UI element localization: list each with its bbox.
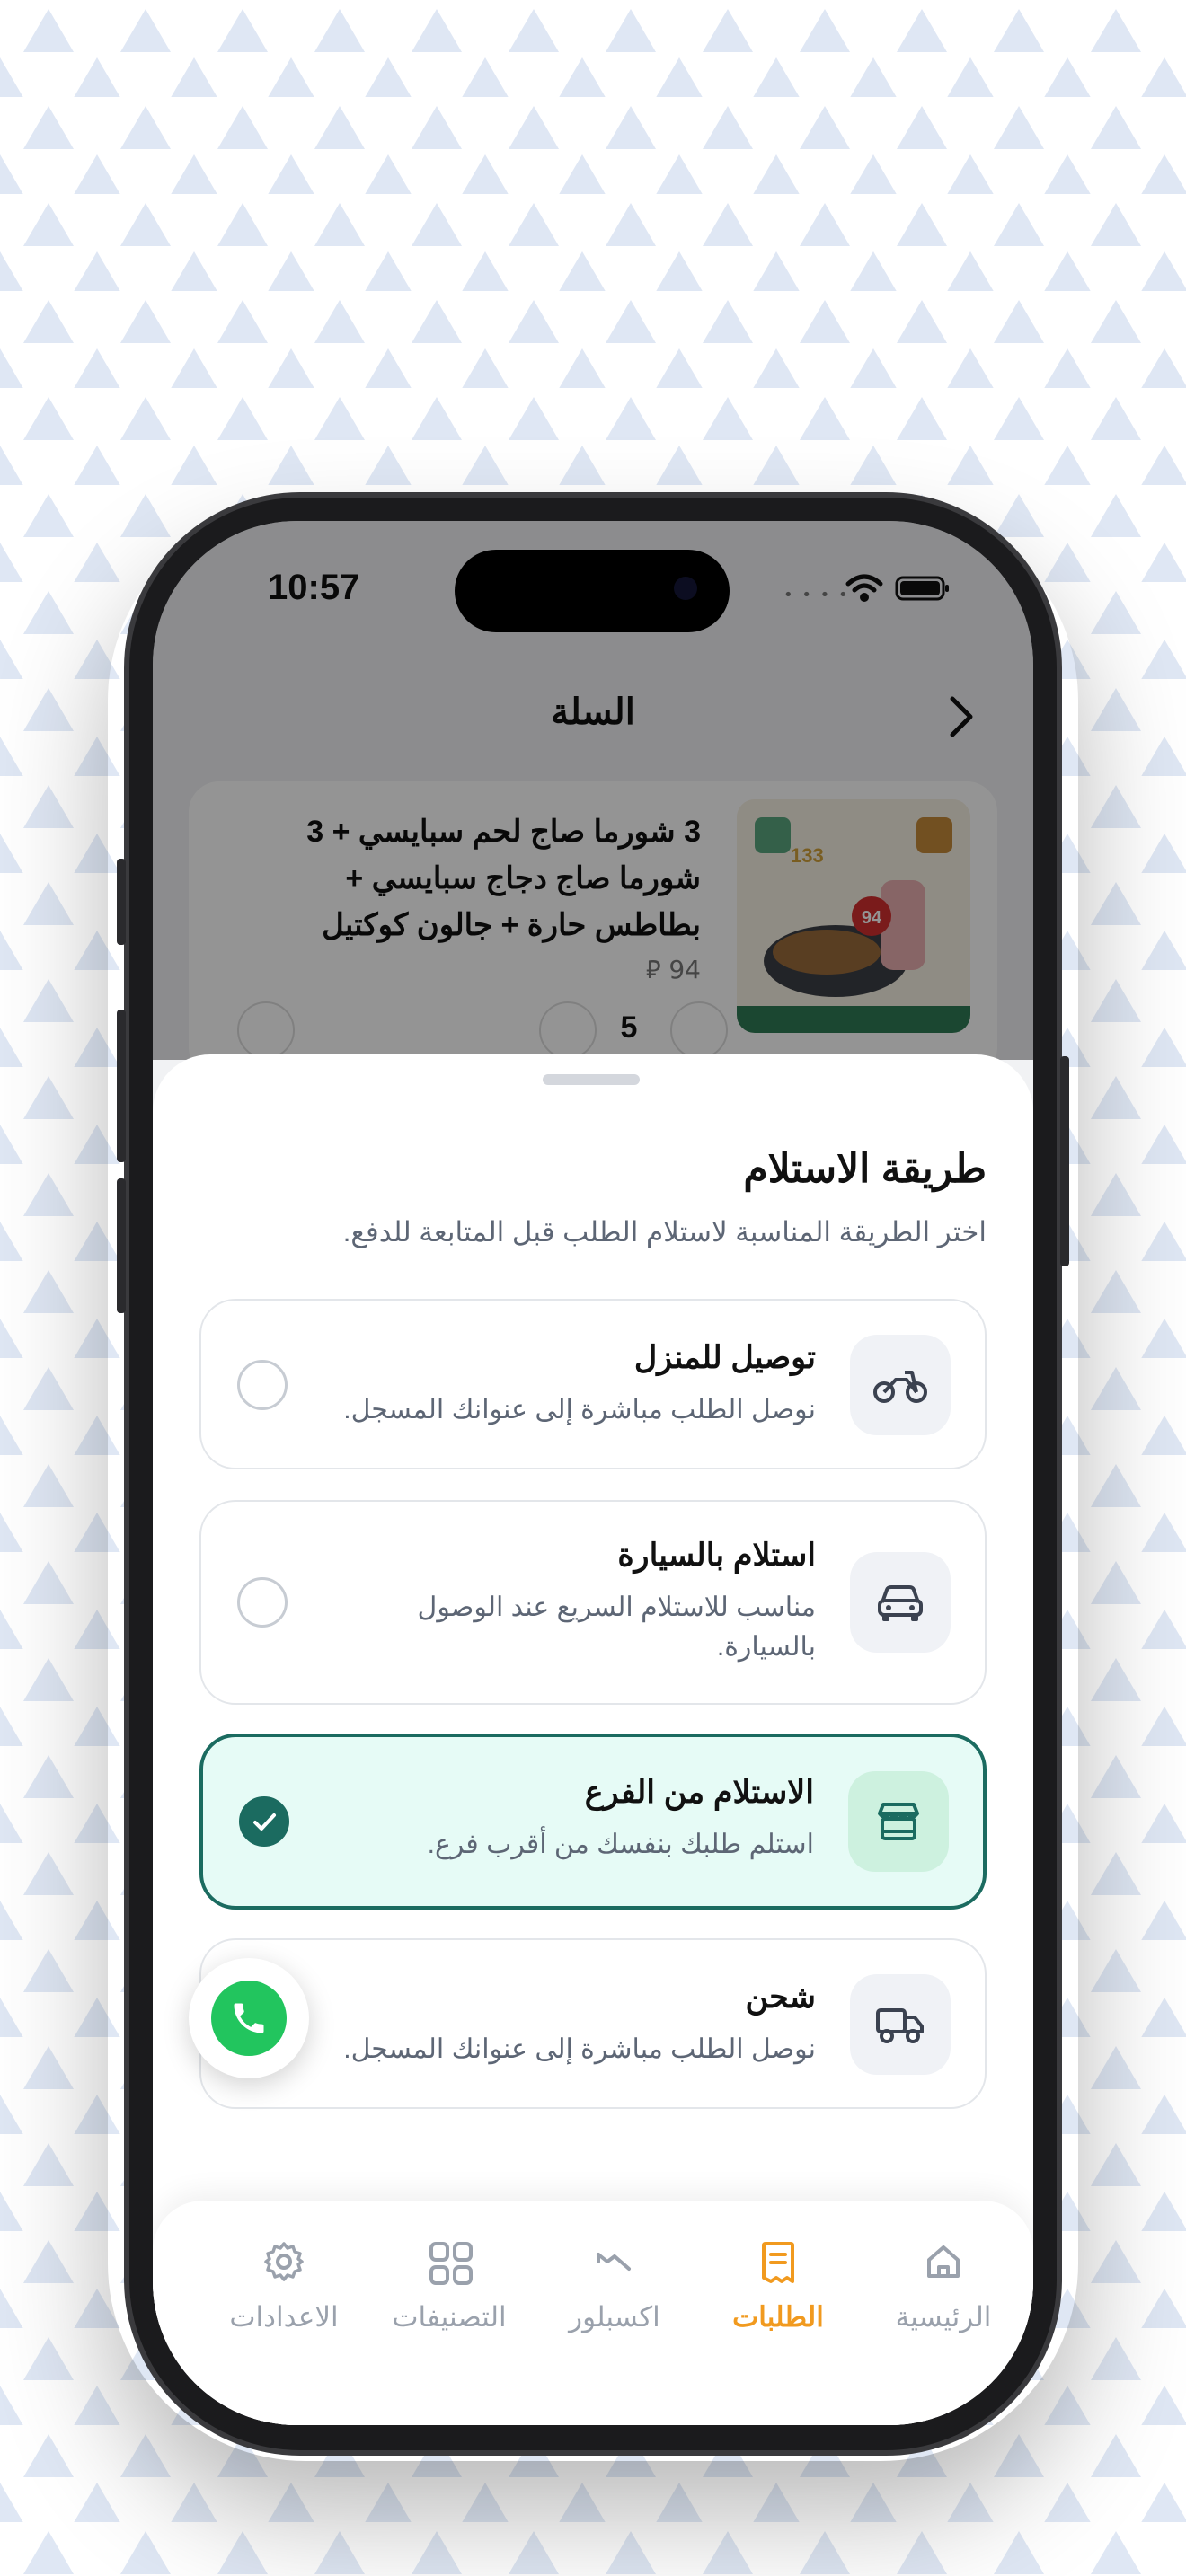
tab-explore[interactable]: اكسبلور	[532, 2201, 697, 2344]
phone-screen: السلة 94 133 3 شورما صاج لحم سبايسي + 3 …	[153, 521, 1033, 2425]
call-button[interactable]	[189, 1958, 309, 2078]
settings-icon	[264, 2242, 304, 2281]
radio-checked[interactable]	[239, 1796, 289, 1847]
tab-label: الاعدادات	[229, 2301, 339, 2333]
phone-icon	[211, 1981, 287, 2056]
option-desc: نوصل الطلب مباشرة إلى عنوانك المسجل.	[343, 1395, 816, 1425]
home-icon	[927, 2245, 960, 2278]
sheet-grabber[interactable]	[543, 1074, 640, 1085]
tab-label: الطلبات	[732, 2301, 824, 2333]
option-home-delivery[interactable]: توصيل للمنزل نوصل الطلب مباشرة إلى عنوان…	[199, 1299, 987, 1469]
tab-label: التصنيفات	[392, 2301, 507, 2333]
side-button	[117, 859, 126, 945]
option-shipping[interactable]: شحن نوصل الطلب مباشرة إلى عنوانك المسجل.	[199, 1938, 987, 2109]
option-car-pickup[interactable]: استلام بالسيارة مناسب للاستلام السريع عن…	[199, 1500, 987, 1705]
bottom-tab-bar: الرئيسية الطلبات اكسبلور التصنيفات الاعد…	[153, 2201, 1033, 2425]
tab-categories[interactable]: التصنيفات	[367, 2201, 532, 2344]
side-button	[1060, 1056, 1069, 1266]
option-branch-pickup[interactable]: الاستلام من الفرع استلم طلبك بنفسك من أق…	[199, 1734, 987, 1910]
option-desc: نوصل الطلب مباشرة إلى عنوانك المسجل.	[343, 2034, 816, 2064]
sheet-subtitle: اختر الطريقة المناسبة لاستلام الطلب قبل …	[342, 1216, 987, 1248]
sheet-title: طريقة الاستلام	[743, 1147, 987, 1191]
side-button	[117, 1010, 126, 1162]
option-title: استلام بالسيارة	[617, 1538, 816, 1573]
side-button	[117, 1178, 126, 1313]
option-title: شحن	[745, 1980, 816, 2015]
car-icon	[850, 1552, 951, 1653]
option-desc: استلم طلبك بنفسك من أقرب فرع.	[427, 1830, 814, 1859]
orders-icon	[762, 2242, 794, 2283]
explore-icon	[597, 2253, 631, 2271]
categories-icon	[429, 2242, 473, 2285]
sheet-backdrop[interactable]	[153, 521, 1033, 1060]
radio-button[interactable]	[237, 1360, 288, 1410]
tab-label: اكسبلور	[569, 2301, 660, 2333]
option-desc: مناسب للاستلام السريع عند الوصول بالسيار…	[417, 1592, 816, 1662]
option-title: توصيل للمنزل	[633, 1340, 816, 1375]
option-title: الاستلام من الفرع	[584, 1775, 814, 1810]
truck-icon	[850, 1974, 951, 2075]
motorcycle-icon	[850, 1335, 951, 1435]
radio-button[interactable]	[237, 1577, 288, 1628]
tab-orders[interactable]: الطلبات	[695, 2201, 861, 2344]
tab-settings[interactable]: الاعدادات	[201, 2201, 367, 2344]
store-icon	[848, 1771, 949, 1872]
tab-label: الرئيسية	[895, 2301, 992, 2333]
tab-home[interactable]: الرئيسية	[861, 2201, 1026, 2344]
